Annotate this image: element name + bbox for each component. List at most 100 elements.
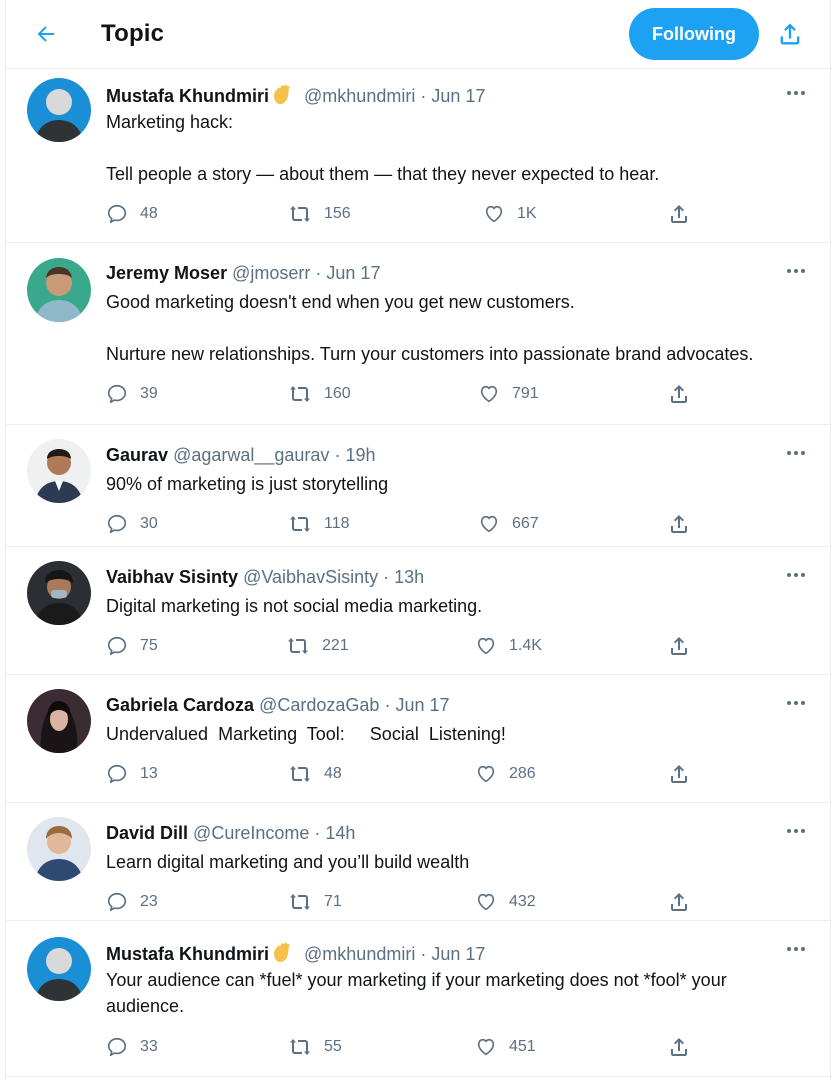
more-button[interactable] — [781, 259, 811, 283]
share-icon — [780, 23, 800, 45]
arrow-left-icon — [37, 26, 54, 42]
reply-button[interactable]: 39 — [106, 380, 158, 408]
author-handle[interactable]: @CureIncome — [193, 823, 309, 843]
share-icon — [671, 205, 687, 223]
tweet-timestamp[interactable]: Jun 17 — [326, 263, 380, 283]
share-button[interactable] — [667, 632, 691, 660]
avatar[interactable] — [27, 817, 91, 881]
share-button[interactable] — [667, 888, 691, 916]
author-name[interactable]: Vaibhav Sisinty — [106, 567, 238, 587]
tweet[interactable]: Jeremy Moser @jmoserr · Jun 17 Good mark… — [6, 243, 830, 425]
back-button[interactable] — [26, 14, 66, 54]
retweet-button[interactable]: 156 — [288, 200, 351, 228]
like-count: 286 — [509, 765, 536, 782]
avatar[interactable] — [27, 78, 91, 142]
retweet-button[interactable]: 55 — [288, 1033, 342, 1061]
like-count: 1K — [517, 205, 537, 222]
tweet-header: Gabriela Cardoza @CardozaGab · Jun 17 — [106, 695, 450, 715]
reply-icon — [107, 636, 127, 656]
author-handle[interactable]: @agarwal__gaurav — [173, 445, 329, 465]
share-button[interactable] — [667, 380, 691, 408]
tweet[interactable]: Mustafa Khundmiri @mkhundmiri · Jun 17 M… — [6, 69, 830, 243]
tweet-text: Your audience can *fuel* your marketing … — [106, 970, 732, 1016]
reply-count: 23 — [140, 893, 158, 910]
retweet-button[interactable]: 118 — [288, 510, 350, 538]
like-button[interactable]: 432 — [475, 888, 536, 916]
tweet[interactable]: Gabriela Cardoza @CardozaGab · Jun 17 Un… — [6, 675, 830, 803]
reply-button[interactable]: 23 — [106, 888, 158, 916]
avatar[interactable] — [27, 258, 91, 322]
tweet-timestamp[interactable]: 14h — [325, 823, 355, 843]
more-button[interactable] — [781, 441, 811, 465]
like-button[interactable]: 1K — [483, 200, 537, 228]
share-button[interactable] — [667, 1033, 691, 1061]
reply-icon — [107, 514, 127, 534]
author-name[interactable]: Mustafa Khundmiri — [106, 86, 269, 106]
tweet[interactable]: David Dill @CureIncome · 14h Learn digit… — [6, 803, 830, 921]
tweet-header: David Dill @CureIncome · 14h — [106, 823, 356, 843]
more-button[interactable] — [781, 563, 811, 587]
retweet-button[interactable]: 221 — [286, 632, 349, 660]
reply-button[interactable]: 30 — [106, 510, 158, 538]
tweet-timestamp[interactable]: Jun 17 — [431, 86, 485, 106]
tweet-timestamp[interactable]: Jun 17 — [395, 695, 449, 715]
like-button[interactable]: 286 — [475, 760, 536, 788]
following-button[interactable]: Following — [629, 8, 759, 60]
like-button[interactable]: 1.4K — [475, 632, 542, 660]
heart-icon — [477, 765, 495, 783]
author-name[interactable]: Gaurav — [106, 445, 168, 465]
share-button[interactable] — [667, 760, 691, 788]
retweet-button[interactable]: 71 — [288, 888, 342, 916]
author-handle[interactable]: @mkhundmiri — [304, 86, 415, 106]
avatar-image — [27, 937, 91, 1001]
heart-icon — [477, 1038, 495, 1056]
tweet[interactable]: Mustafa Khundmiri @mkhundmiri · Jun 17 Y… — [6, 921, 830, 1077]
author-name[interactable]: Mustafa Khundmiri — [106, 944, 269, 964]
tweet[interactable]: Vaibhav Sisinty @VaibhavSisinty · 13h Di… — [6, 547, 830, 675]
author-handle[interactable]: @jmoserr — [232, 263, 310, 283]
avatar[interactable] — [27, 689, 91, 753]
avatar[interactable] — [27, 937, 91, 1001]
author-handle[interactable]: @CardozaGab — [259, 695, 379, 715]
author-name[interactable]: Jeremy Moser — [106, 263, 227, 283]
more-button[interactable] — [781, 691, 811, 715]
retweet-button[interactable]: 160 — [288, 380, 351, 408]
share-button[interactable] — [667, 200, 691, 228]
retweet-count: 156 — [324, 205, 351, 222]
avatar[interactable] — [27, 561, 91, 625]
share-button[interactable] — [667, 510, 691, 538]
author-handle[interactable]: @VaibhavSisinty — [243, 567, 378, 587]
more-button[interactable] — [781, 819, 811, 843]
heart-icon — [480, 515, 498, 533]
more-button[interactable] — [781, 937, 811, 961]
author-name[interactable]: Gabriela Cardoza — [106, 695, 254, 715]
reply-button[interactable]: 13 — [106, 760, 158, 788]
reply-button[interactable]: 75 — [106, 632, 158, 660]
heart-icon — [477, 893, 495, 911]
tweet-timestamp[interactable]: 13h — [394, 567, 424, 587]
topic-header: Topic Following — [6, 0, 830, 69]
reply-count: 13 — [140, 765, 158, 782]
retweet-icon — [290, 386, 310, 402]
reply-icon — [107, 204, 127, 224]
reply-count: 33 — [140, 1038, 158, 1055]
more-button[interactable] — [781, 81, 811, 105]
share-topic-button[interactable] — [771, 15, 809, 53]
retweet-button[interactable]: 48 — [288, 760, 342, 788]
reply-button[interactable]: 33 — [106, 1033, 158, 1061]
like-button[interactable]: 451 — [475, 1033, 536, 1061]
heart-icon — [485, 205, 503, 223]
tweet-timestamp[interactable]: Jun 17 — [431, 944, 485, 964]
retweet-icon — [290, 516, 310, 532]
reply-button[interactable]: 48 — [106, 200, 158, 228]
avatar[interactable] — [27, 439, 91, 503]
like-button[interactable]: 667 — [478, 510, 539, 538]
like-count: 451 — [509, 1038, 536, 1055]
tweet-timestamp[interactable]: 19h — [345, 445, 375, 465]
waving-hand-emoji — [271, 941, 295, 968]
share-icon — [671, 765, 687, 783]
author-handle[interactable]: @mkhundmiri — [304, 944, 415, 964]
like-button[interactable]: 791 — [478, 380, 539, 408]
author-name[interactable]: David Dill — [106, 823, 188, 843]
tweet[interactable]: Gaurav @agarwal__gaurav · 19h 90% of mar… — [6, 425, 830, 547]
